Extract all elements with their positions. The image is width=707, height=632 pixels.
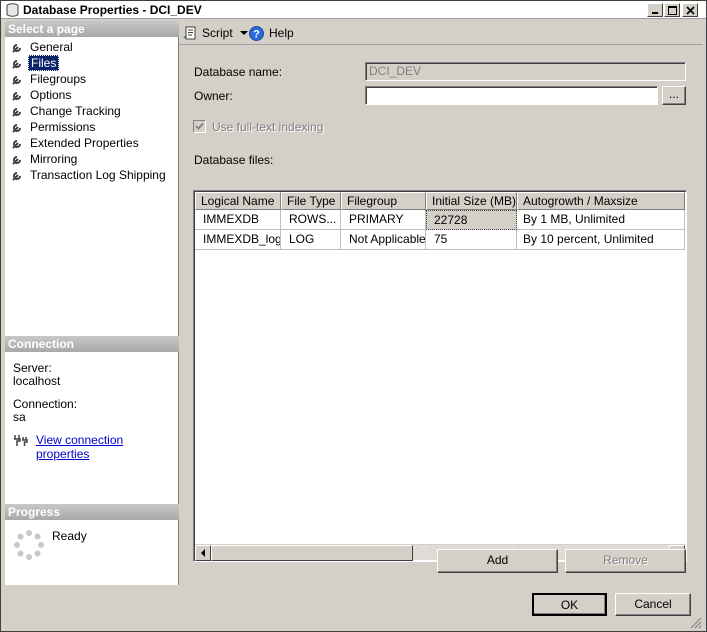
page-item-options[interactable]: Options [11,87,73,103]
page-item-label: Options [30,88,72,102]
connection-header: Connection [5,336,179,352]
remove-button[interactable]: Remove [565,549,686,573]
page-item-label: Permissions [30,120,96,134]
cell-logical-name[interactable]: IMMEXDB [195,210,281,230]
database-icon [6,3,19,17]
column-header-filegroup[interactable]: Filegroup [341,192,426,210]
connection-label: Connection: [13,397,78,411]
maximize-icon [667,5,677,15]
page-item-permissions[interactable]: Permissions [11,119,97,135]
fulltext-checkbox[interactable] [193,120,206,133]
cell-file-type[interactable]: ROWS... [281,210,341,230]
owner-field[interactable] [365,86,658,105]
page-item-filegroups[interactable]: Filegroups [11,71,88,87]
resize-grip-icon[interactable] [690,617,702,629]
page-item-label: Transaction Log Shipping [30,168,166,182]
add-button[interactable]: Add [437,549,558,573]
svg-text:?: ? [253,28,260,40]
cancel-button[interactable]: Cancel [615,593,691,616]
cell-autogrowth[interactable]: By 1 MB, Unlimited [517,210,685,230]
right-pane: Script ? Help Database name: DCI_DEV Own… [179,21,703,585]
grid-header-row: Logical Name File Type Filegroup Initial… [195,192,685,210]
help-icon: ? [249,25,264,41]
wrench-icon [12,43,21,53]
minimize-button[interactable] [647,3,663,17]
cell-filegroup[interactable]: Not Applicable [341,230,426,250]
database-name-label: Database name: [194,65,283,79]
dropdown-arrow-icon[interactable] [239,29,249,37]
cell-autogrowth[interactable]: By 10 percent, Unlimited [517,230,685,250]
owner-label: Owner: [194,89,233,103]
scroll-left-button[interactable] [195,545,211,561]
help-button[interactable]: ? Help [249,25,294,41]
window-title: Database Properties - DCI_DEV [23,3,202,17]
server-value: localhost [13,374,61,388]
fulltext-label: Use full-text indexing [212,120,324,134]
page-item-label: Files [28,55,60,71]
title-bar: Database Properties - DCI_DEV [1,1,706,19]
cell-filegroup[interactable]: PRIMARY [341,210,426,230]
wrench-icon [12,171,21,181]
cell-file-type[interactable]: LOG [281,230,341,250]
select-page-header: Select a page [5,21,179,37]
table-row[interactable]: IMMEXDB_log LOG Not Applicable 75 By 10 … [195,230,685,250]
wrench-icon [12,107,21,117]
connection-value: sa [13,410,26,424]
script-icon [183,26,196,40]
page-item-label: Change Tracking [30,104,121,118]
scroll-thumb[interactable] [211,545,413,561]
close-icon [685,5,695,15]
owner-browse-button[interactable]: ... [662,86,686,105]
page-item-label: Filegroups [30,72,87,86]
progress-status: Ready [52,529,87,543]
script-label: Script [202,26,233,40]
page-item-transaction-log-shipping[interactable]: Transaction Log Shipping [11,167,168,183]
close-button[interactable] [682,3,698,17]
database-files-grid[interactable]: Logical Name File Type Filegroup Initial… [193,190,687,562]
column-header-autogrowth[interactable]: Autogrowth / Maxsize [517,192,685,210]
wrench-icon [12,75,21,85]
view-connection-properties-link[interactable]: View connection properties [36,433,178,461]
toolbar: Script ? Help [179,21,703,45]
cell-initial-size[interactable]: 75 [426,230,517,250]
wrench-icon [12,91,21,101]
maximize-button[interactable] [664,3,680,17]
page-item-extended-properties[interactable]: Extended Properties [11,135,141,151]
plug-icon [14,435,28,446]
minimize-icon [652,12,658,14]
page-item-label: General [30,40,73,54]
database-name-field[interactable]: DCI_DEV [365,62,686,81]
dialog-button-bar: OK Cancel [1,585,706,631]
progress-spinner-icon [14,530,44,560]
table-row[interactable]: IMMEXDB ROWS... PRIMARY 22728 By 1 MB, U… [195,210,685,230]
page-item-change-tracking[interactable]: Change Tracking [11,103,123,119]
database-properties-window: Database Properties - DCI_DEV Select a p… [0,0,707,632]
left-arrow-icon [201,549,205,557]
files-page-content: Database name: DCI_DEV Owner: ... Use fu… [179,45,703,585]
page-item-label: Extended Properties [30,136,139,150]
wrench-icon [12,59,21,69]
wrench-icon [12,123,21,133]
page-item-general[interactable]: General [11,39,75,55]
ok-button[interactable]: OK [532,593,607,616]
help-label: Help [269,26,294,40]
page-item-mirroring[interactable]: Mirroring [11,151,79,167]
database-files-label: Database files: [194,153,274,167]
progress-header: Progress [5,504,179,520]
checkmark-icon [195,122,204,130]
column-header-logical-name[interactable]: Logical Name [195,192,281,210]
wrench-icon [12,155,21,165]
server-label: Server: [13,361,52,375]
cell-logical-name[interactable]: IMMEXDB_log [195,230,281,250]
column-header-initial-size[interactable]: Initial Size (MB) [426,192,517,210]
column-header-file-type[interactable]: File Type [281,192,341,210]
page-item-label: Mirroring [30,152,78,166]
script-button[interactable]: Script [183,25,249,41]
page-item-files[interactable]: Files [11,55,60,71]
left-pane: Select a page General Files Filegroups O… [5,21,179,585]
cell-initial-size[interactable]: 22728 [426,210,517,230]
wrench-icon [12,139,21,149]
